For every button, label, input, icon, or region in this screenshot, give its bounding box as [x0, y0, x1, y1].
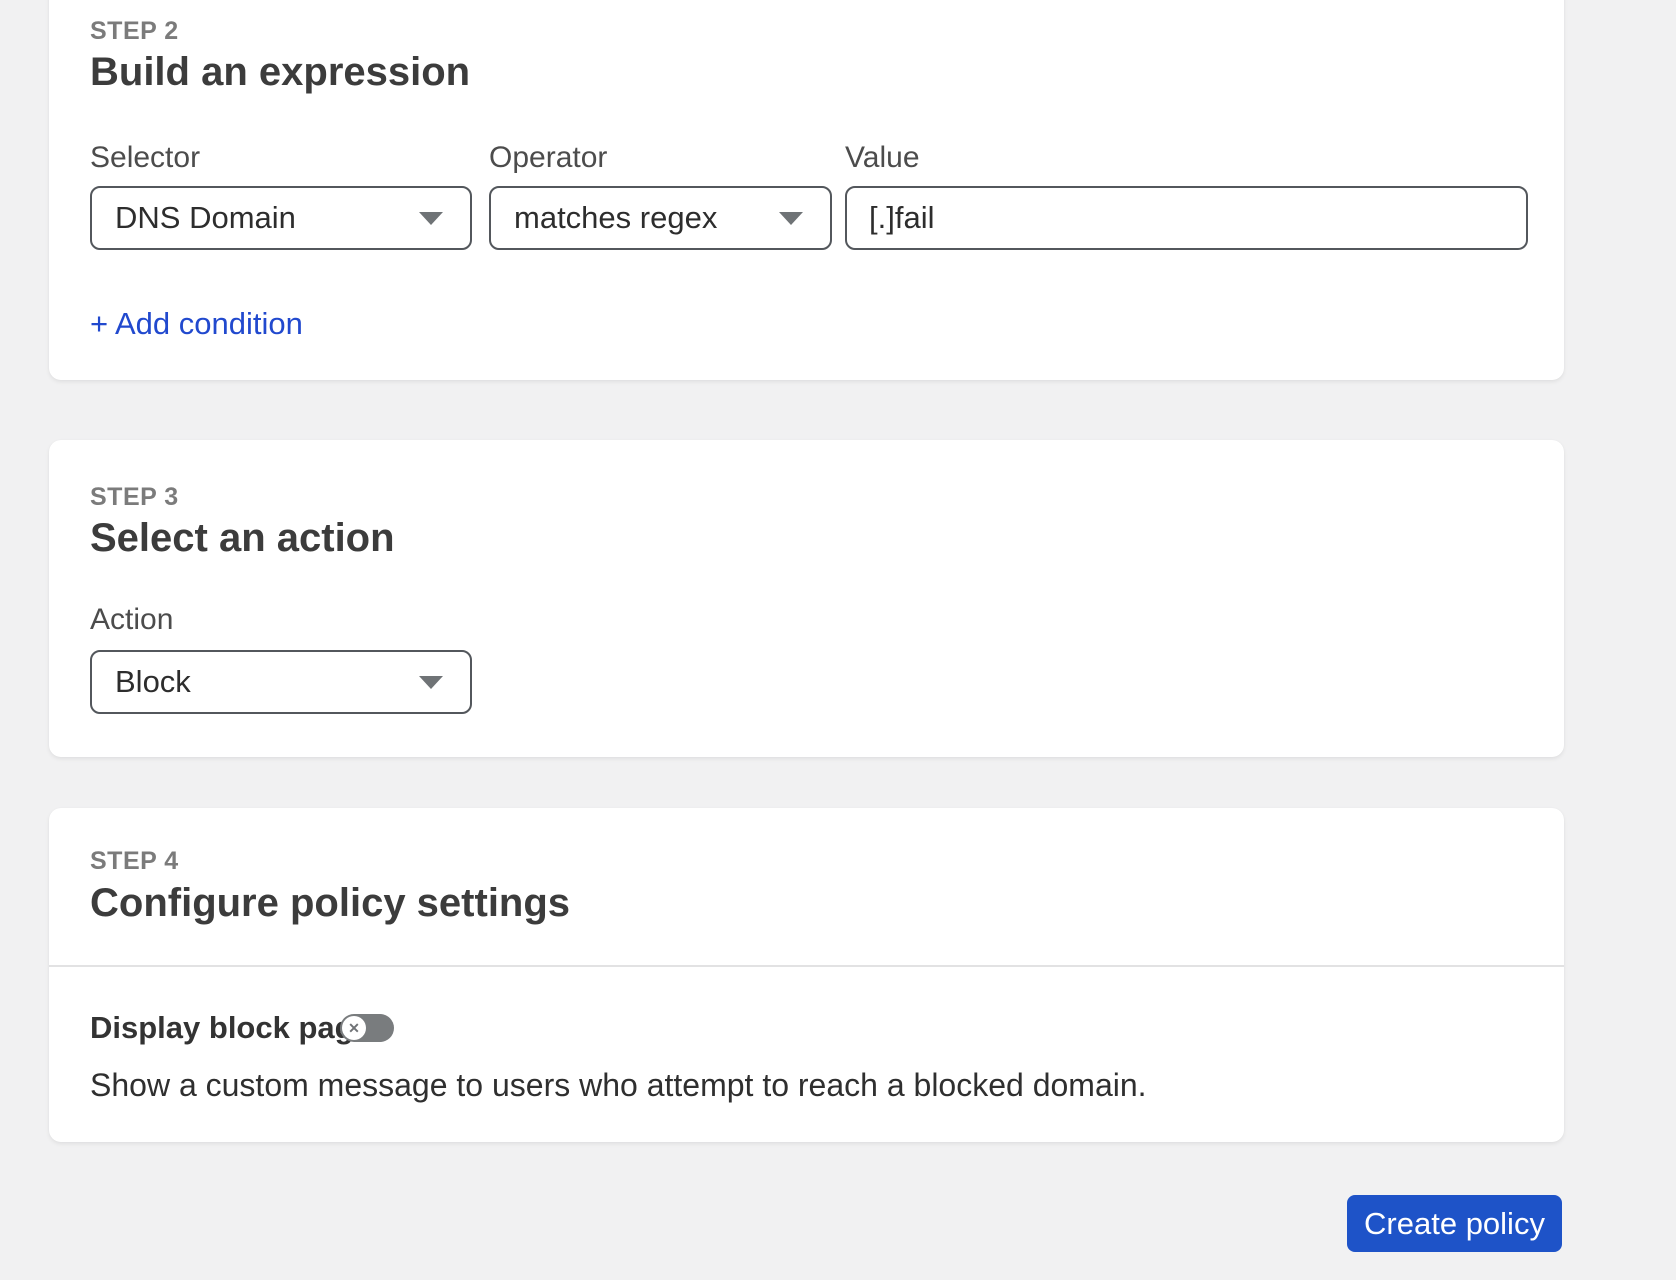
- step3-eyebrow: STEP 3: [90, 483, 179, 511]
- step2-title: Build an expression: [90, 50, 471, 94]
- step3-card: STEP 3 Select an action Action Block: [49, 440, 1564, 757]
- card-divider: [49, 965, 1564, 967]
- selector-dropdown[interactable]: DNS Domain: [90, 186, 472, 250]
- step3-title: Select an action: [90, 516, 395, 560]
- toggle-off-x-icon: ✕: [348, 1020, 360, 1036]
- block-page-description: Show a custom message to users who attem…: [90, 1067, 1147, 1103]
- operator-dropdown[interactable]: matches regex: [489, 186, 832, 250]
- action-dropdown-value: Block: [115, 664, 191, 699]
- add-condition-link[interactable]: + Add condition: [90, 306, 303, 342]
- display-block-page-label: Display block page: [90, 1010, 371, 1045]
- value-label: Value: [845, 141, 920, 174]
- toggle-knob: ✕: [342, 1016, 366, 1040]
- display-block-page-toggle[interactable]: ✕: [340, 1014, 394, 1042]
- create-policy-button[interactable]: Create policy: [1347, 1195, 1562, 1252]
- operator-label: Operator: [489, 141, 608, 174]
- action-label: Action: [90, 603, 174, 636]
- chevron-down-icon: [779, 212, 803, 225]
- action-dropdown[interactable]: Block: [90, 650, 472, 714]
- step2-card: STEP 2 Build an expression Selector Oper…: [49, 0, 1564, 380]
- chevron-down-icon: [419, 212, 443, 225]
- step2-eyebrow: STEP 2: [90, 17, 179, 45]
- step4-title: Configure policy settings: [90, 881, 571, 925]
- chevron-down-icon: [419, 676, 443, 689]
- value-input[interactable]: [845, 186, 1528, 250]
- policy-builder-page: STEP 2 Build an expression Selector Oper…: [0, 0, 1676, 1280]
- step4-card: STEP 4 Configure policy settings Display…: [49, 808, 1564, 1142]
- selector-label: Selector: [90, 141, 201, 174]
- operator-dropdown-value: matches regex: [514, 200, 718, 235]
- selector-dropdown-value: DNS Domain: [115, 200, 296, 235]
- step4-eyebrow: STEP 4: [90, 847, 179, 875]
